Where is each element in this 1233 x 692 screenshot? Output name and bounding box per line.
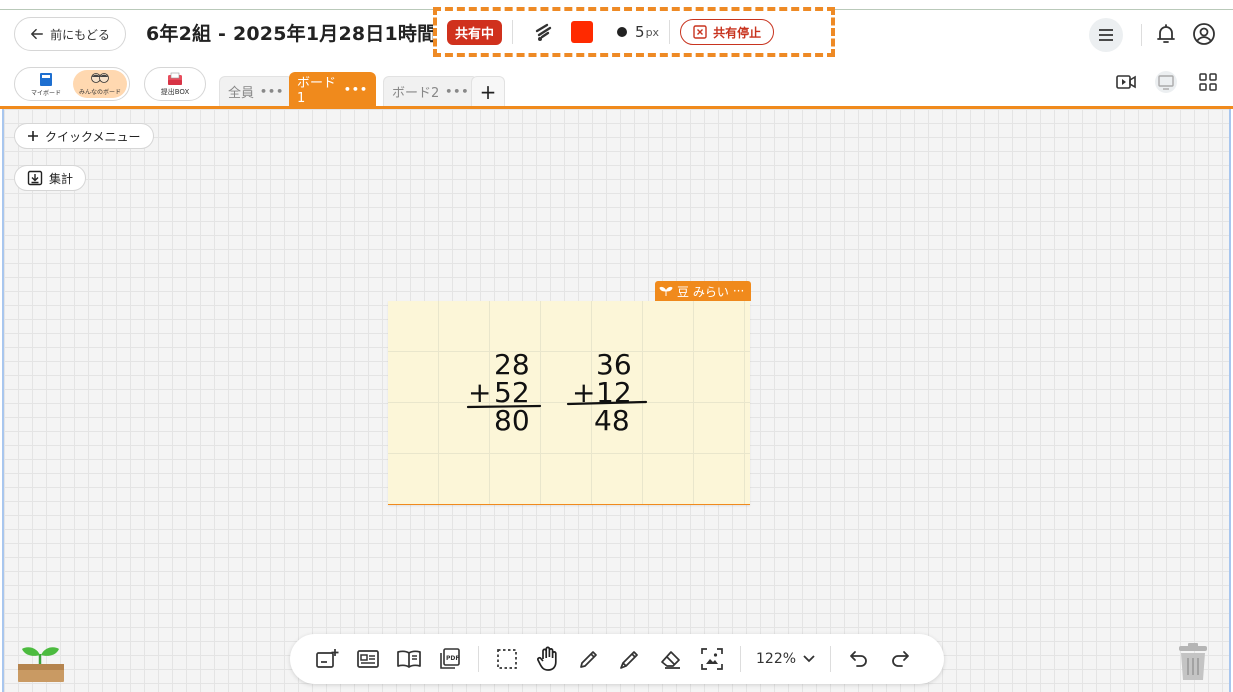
quick-menu-button[interactable]: クイックメニュー <box>14 123 154 149</box>
pen-color-swatch[interactable] <box>571 21 594 43</box>
chevron-down-icon <box>803 655 815 663</box>
divider <box>1141 24 1142 46</box>
tab-more-icon[interactable]: ••• <box>260 85 284 98</box>
divider <box>512 20 514 44</box>
highlighter-icon[interactable] <box>617 646 643 672</box>
quick-menu-label: クイックメニュー <box>45 129 141 144</box>
page-title: 6年2組 - 2025年1月28日1時間目 <box>146 23 436 45</box>
back-button[interactable]: 前にもどる <box>14 17 126 51</box>
sprout-icon <box>659 286 673 296</box>
card-more-icon[interactable]: ··· <box>733 284 744 298</box>
pen-icon[interactable] <box>576 646 602 672</box>
trash-icon[interactable] <box>1176 642 1210 682</box>
everyone-board-label: みんなのボード <box>78 89 121 96</box>
everyone-board-toggle[interactable]: みんなのボード <box>73 70 127 98</box>
problem2-result: 48 <box>594 404 630 437</box>
menu-button[interactable] <box>1089 18 1123 52</box>
tab-all[interactable]: 全員 ••• <box>219 76 294 106</box>
share-toolbar: 共有中 5 px 共有停止 <box>433 7 835 57</box>
pdf-icon[interactable]: PDF <box>437 646 463 672</box>
board-mode-switch: マイボード みんなのボード <box>14 67 130 101</box>
submit-box-label: 提出BOX <box>160 87 190 96</box>
divider <box>830 646 832 672</box>
pen-size-value[interactable]: 5 <box>635 23 645 41</box>
problem1-result: 80 <box>494 404 530 437</box>
tab-more-icon[interactable]: ••• <box>445 85 469 98</box>
tab-label: ボード1 <box>297 76 337 106</box>
open-book-icon[interactable] <box>396 646 422 672</box>
people-icon <box>91 73 109 83</box>
card-owner-name: 豆 みらい <box>677 284 729 299</box>
bell-icon[interactable] <box>1154 22 1178 46</box>
stop-sharing-label: 共有停止 <box>713 25 762 40</box>
tab-board2[interactable]: ボード2 ••• <box>383 76 479 106</box>
notebook-icon <box>40 72 52 86</box>
seedling-planter-icon[interactable] <box>16 640 66 684</box>
divider <box>669 20 671 44</box>
video-icon[interactable] <box>1114 70 1138 94</box>
tab-label: 全員 <box>228 86 255 101</box>
add-tab-button[interactable]: + <box>471 76 505 106</box>
screen-share-icon[interactable] <box>1154 70 1178 94</box>
pen-size-unit: px <box>645 25 660 39</box>
my-board-label: マイボード <box>30 89 61 97</box>
back-label: 前にもどる <box>50 27 110 42</box>
template-card-icon[interactable] <box>355 646 381 672</box>
divider <box>740 646 741 672</box>
hamburger-icon <box>1099 29 1113 41</box>
close-box-icon <box>693 25 707 39</box>
handwriting-layer: 28 + 52 80 36 + 12 48 <box>466 348 648 437</box>
image-insert-icon[interactable] <box>699 646 725 672</box>
zoom-dropdown[interactable]: 122% <box>756 651 816 667</box>
undo-icon[interactable] <box>846 646 872 672</box>
bottom-toolbar: PDF 122% <box>290 634 944 684</box>
svg-text:PDF: PDF <box>446 655 459 662</box>
eraser-icon[interactable] <box>658 646 684 672</box>
my-board-toggle[interactable]: マイボード <box>21 70 71 98</box>
problem1-op: + <box>468 376 491 409</box>
laser-pen-icon[interactable] <box>533 21 555 43</box>
redo-icon[interactable] <box>887 646 913 672</box>
tab-more-icon[interactable]: ••• <box>344 83 368 96</box>
pen-size-dot <box>617 27 628 37</box>
divider <box>478 646 479 672</box>
zoom-level: 122% <box>756 651 797 667</box>
sharing-badge: 共有中 <box>447 19 503 45</box>
tab-label: ボード2 <box>392 86 440 101</box>
download-box-icon <box>27 170 43 186</box>
user-account-icon[interactable] <box>1192 22 1216 46</box>
plus-icon <box>28 131 38 141</box>
tally-label: 集計 <box>49 171 74 186</box>
hand-pan-icon[interactable] <box>535 646 561 672</box>
student-card[interactable]: 28 + 52 80 36 + 12 48 <box>388 301 750 505</box>
select-area-icon[interactable] <box>494 646 520 672</box>
submit-box-button[interactable]: 提出BOX <box>144 67 206 101</box>
tab-board1[interactable]: ボード1 ••• <box>289 72 376 106</box>
stop-sharing-button[interactable]: 共有停止 <box>680 19 775 45</box>
add-card-icon[interactable] <box>314 646 340 672</box>
tally-button[interactable]: 集計 <box>14 165 87 191</box>
inbox-tray-icon <box>168 72 182 85</box>
apps-grid-icon[interactable] <box>1196 70 1220 94</box>
problem1-line <box>466 404 542 409</box>
arrow-left-icon <box>31 28 44 40</box>
card-owner-tag[interactable]: 豆 みらい ··· <box>655 281 751 301</box>
